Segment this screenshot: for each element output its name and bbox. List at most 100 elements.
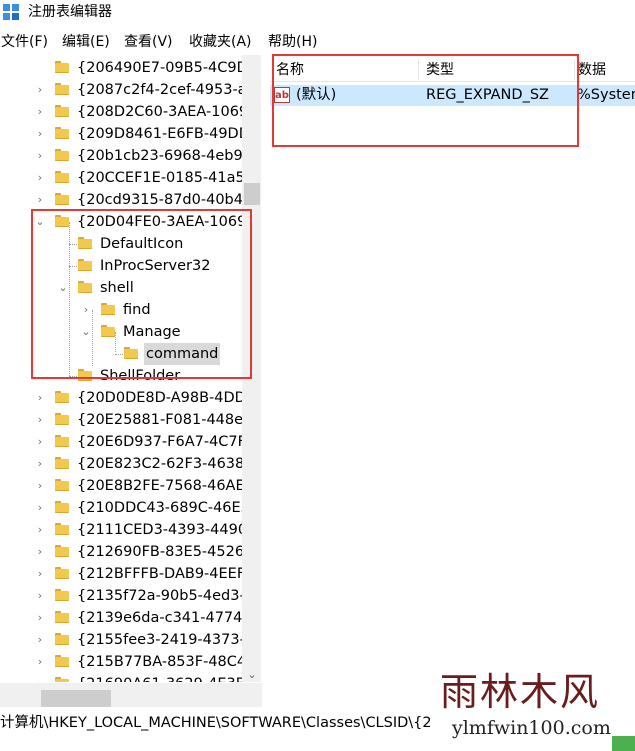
folder-icon: [55, 83, 69, 95]
pane-splitter[interactable]: [262, 55, 270, 707]
tree-item[interactable]: › {20E823C2-62F3-4638-: [0, 453, 262, 475]
value-data: %System: [577, 87, 635, 103]
collapsed-chevron-icon[interactable]: ›: [33, 453, 47, 475]
tree-item-label: {20cd9315-87d0-40b4: [77, 192, 243, 208]
tree-item[interactable]: › {20E6D937-F6A7-4C7F: [0, 431, 262, 453]
tree-horizontal-scrollbar[interactable]: [0, 683, 262, 707]
menu-favorites[interactable]: 收藏夹(A): [189, 31, 252, 53]
collapsed-chevron-icon[interactable]: ›: [33, 629, 47, 651]
folder-icon: [55, 457, 69, 469]
values-list[interactable]: [270, 55, 635, 707]
folder-icon: [55, 611, 69, 623]
tree-horizontal-scroll-thumb[interactable]: [41, 690, 111, 707]
tree-item-label: {20E6D937-F6A7-4C7F: [77, 434, 246, 450]
collapsed-chevron-icon[interactable]: ›: [33, 409, 47, 431]
collapsed-chevron-icon[interactable]: [33, 57, 47, 79]
tree-item[interactable]: › {2139e6da-c341-4774-: [0, 607, 262, 629]
folder-icon: [55, 127, 69, 139]
collapsed-chevron-icon[interactable]: ›: [33, 145, 47, 167]
tree-item[interactable]: › {208D2C60-3AEA-1069: [0, 101, 262, 123]
tree-item[interactable]: › {215B77BA-853F-48C4: [0, 651, 262, 673]
folder-icon: [55, 413, 69, 425]
collapsed-chevron-icon[interactable]: ›: [33, 541, 47, 563]
tree-item-label: {210DDC43-689C-46E3: [77, 500, 250, 516]
folder-icon: [55, 677, 69, 682]
collapsed-chevron-icon[interactable]: ›: [33, 607, 47, 629]
tree-item[interactable]: › {2111CED3-4393-4490: [0, 519, 262, 541]
menu-edit[interactable]: 编辑(E): [62, 31, 110, 53]
tree-item-label: {206490E7-09B5-4C9D: [77, 60, 248, 76]
collapsed-chevron-icon[interactable]: ›: [33, 519, 47, 541]
tree-item-label: {208D2C60-3AEA-1069: [77, 104, 249, 120]
collapsed-chevron-icon[interactable]: ›: [33, 167, 47, 189]
tree-item[interactable]: {206490E7-09B5-4C9D: [0, 57, 262, 79]
collapsed-chevron-icon[interactable]: ›: [33, 673, 47, 682]
menu-bar: 文件(F) 编辑(E) 查看(V) 收藏夹(A) 帮助(H): [0, 31, 635, 53]
folder-icon: [55, 545, 69, 557]
watermark-green-block: [612, 736, 635, 751]
tree-item-label: {2111CED3-4393-4490: [77, 522, 248, 538]
tree-item-label: {212690FB-83E5-4526-: [77, 544, 250, 560]
tree-item[interactable]: › {20b1cb23-6968-4eb9: [0, 145, 262, 167]
tree-item[interactable]: › {212BFFFB-DAB9-4EEF-: [0, 563, 262, 585]
column-header-data[interactable]: 数据: [578, 59, 606, 81]
folder-icon: [55, 149, 69, 161]
tree-item-label: {2135f72a-90b5-4ed3-: [77, 588, 245, 604]
highlight-box-tree: [31, 209, 252, 379]
tree-item[interactable]: › {209D8461-E6FB-49DD: [0, 123, 262, 145]
tree-item-label: {215B77BA-853F-48C4: [77, 654, 247, 670]
folder-icon: [55, 61, 69, 73]
folder-icon: [55, 589, 69, 601]
tree-item[interactable]: › {20CCEF1E-0185-41a5-: [0, 167, 262, 189]
collapsed-chevron-icon[interactable]: ›: [33, 497, 47, 519]
tree-item-label: {20D0DE8D-A98B-4DD: [77, 390, 246, 406]
title-bar: 注册表编辑器: [0, 0, 635, 26]
collapsed-chevron-icon[interactable]: ›: [33, 563, 47, 585]
tree-item[interactable]: › {20D0DE8D-A98B-4DD: [0, 387, 262, 409]
tree-item-label: {21690A61-3629-4E3B: [77, 673, 246, 682]
folder-icon: [55, 391, 69, 403]
tree-item[interactable]: › {210DDC43-689C-46E3: [0, 497, 262, 519]
menu-help[interactable]: 帮助(H): [268, 31, 317, 53]
tree-item[interactable]: › {2087c2f4-2cef-4953-a: [0, 79, 262, 101]
folder-icon: [55, 633, 69, 645]
collapsed-chevron-icon[interactable]: ›: [33, 79, 47, 101]
tree-item-label: {20b1cb23-6968-4eb9: [77, 148, 243, 164]
collapsed-chevron-icon[interactable]: ›: [33, 387, 47, 409]
tree-item-label: {2155fee3-2419-4373-: [77, 632, 245, 648]
collapsed-chevron-icon[interactable]: ›: [33, 123, 47, 145]
folder-icon: [55, 435, 69, 447]
folder-icon: [55, 105, 69, 117]
collapsed-chevron-icon[interactable]: ›: [33, 189, 47, 211]
tree-item[interactable]: › {2135f72a-90b5-4ed3-: [0, 585, 262, 607]
collapsed-chevron-icon[interactable]: ›: [33, 475, 47, 497]
highlight-box-list: [272, 54, 579, 147]
tree-item-label: {20E823C2-62F3-4638-: [77, 456, 250, 472]
tree-item[interactable]: › {20cd9315-87d0-40b4: [0, 189, 262, 211]
tree-item[interactable]: › {20E25881-F081-448e-: [0, 409, 262, 431]
menu-file[interactable]: 文件(F): [1, 31, 48, 53]
folder-icon: [55, 479, 69, 491]
registry-editor-icon: [3, 4, 19, 20]
collapsed-chevron-icon[interactable]: ›: [33, 101, 47, 123]
folder-icon: [55, 501, 69, 513]
collapsed-chevron-icon[interactable]: ›: [33, 585, 47, 607]
collapsed-chevron-icon[interactable]: ›: [33, 431, 47, 453]
tree-item-label: {20E8B2FE-7568-46AE-: [77, 478, 250, 494]
folder-icon: [55, 523, 69, 535]
folder-icon: [55, 193, 69, 205]
tree-item-label: {2139e6da-c341-4774-: [77, 610, 248, 626]
watermark-brand: 雨林木风: [440, 670, 601, 714]
tree-item-label: {2087c2f4-2cef-4953-a: [77, 82, 247, 98]
tree-item[interactable]: › {212690FB-83E5-4526-: [0, 541, 262, 563]
scroll-down-arrow-icon[interactable]: ⌄: [244, 668, 260, 682]
menu-view[interactable]: 查看(V): [124, 31, 173, 53]
tree-item[interactable]: › {2155fee3-2419-4373-: [0, 629, 262, 651]
tree-item-label: {20E25881-F081-448e-: [77, 412, 249, 428]
tree-item[interactable]: › {20E8B2FE-7568-46AE-: [0, 475, 262, 497]
tree-item-label: {212BFFFB-DAB9-4EEF-: [77, 566, 251, 582]
tree-item[interactable]: › {21690A61-3629-4E3B: [0, 673, 262, 682]
folder-icon: [55, 171, 69, 183]
tree-vertical-scroll-thumb[interactable]: [244, 183, 260, 205]
collapsed-chevron-icon[interactable]: ›: [33, 651, 47, 673]
